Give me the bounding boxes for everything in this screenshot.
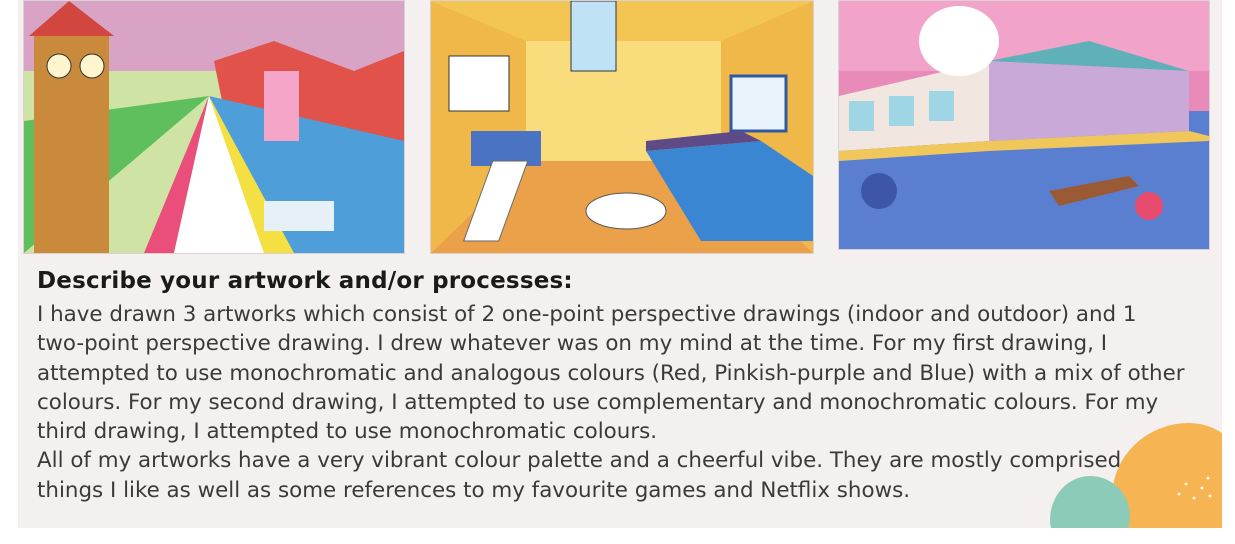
description-paragraph-1: I have drawn 3 artworks which consist of…	[37, 302, 1185, 445]
artwork-description: I have drawn 3 artworks which consist of…	[37, 300, 1187, 505]
artwork-image-3	[838, 0, 1210, 250]
artwork-image-1	[23, 0, 405, 254]
sparkle-dots-icon	[1177, 476, 1212, 500]
section-heading: Describe your artwork and/or processes:	[37, 268, 573, 294]
artwork-panel: Describe your artwork and/or processes: …	[18, 0, 1222, 528]
artwork-image-2	[430, 0, 814, 254]
two-point-perspective-drawing-icon	[839, 1, 1209, 249]
description-paragraph-2: All of my artworks have a very vibrant c…	[37, 448, 1149, 503]
outdoor-perspective-drawing-icon	[24, 1, 404, 253]
indoor-perspective-drawing-icon	[431, 1, 813, 253]
